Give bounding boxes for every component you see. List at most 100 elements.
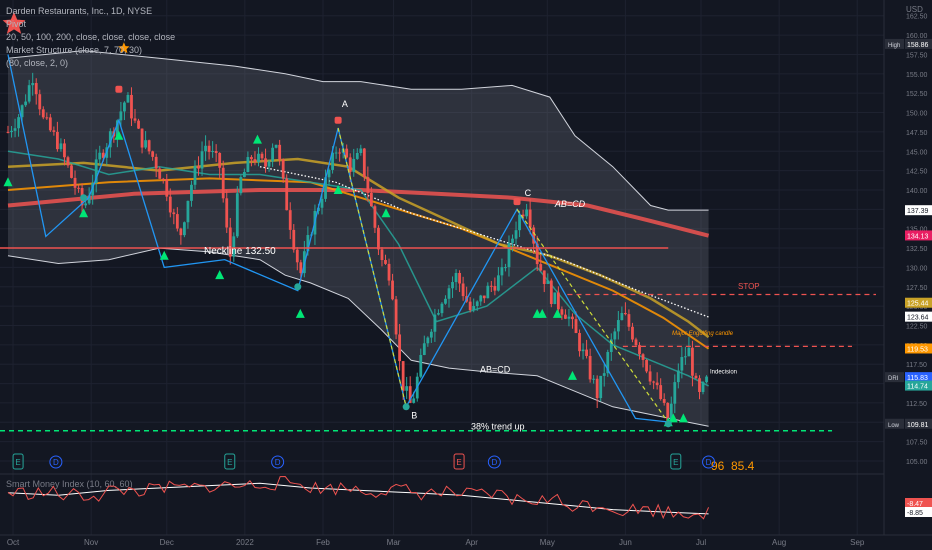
candle-body [581, 349, 585, 352]
candle-body [253, 159, 257, 163]
candle-body [624, 313, 627, 315]
point-b-label: B [411, 410, 417, 420]
candle-body [553, 292, 557, 305]
candle-body [655, 382, 659, 386]
candle-body [299, 262, 303, 274]
candle-body [620, 313, 624, 321]
price-label-value: 114.74 [907, 384, 928, 391]
candle-body [10, 130, 13, 133]
candle-body [211, 151, 215, 153]
pivot-high-marker [334, 116, 342, 124]
candle-body [126, 94, 130, 103]
price-label: 114.74 [905, 380, 932, 391]
price-tick-label: 157.50 [906, 52, 928, 59]
candle-body [691, 347, 694, 376]
candle-body [560, 309, 564, 315]
price-tick-label: 147.50 [906, 130, 928, 137]
candle-body [338, 152, 342, 154]
price-chart[interactable]: Neckline 132.50 A B C AB=CD AB=CD STOP Major En… [0, 0, 932, 550]
candle-body [59, 143, 63, 150]
candle-body [437, 313, 440, 315]
score-b-label: 85.4 [731, 459, 755, 473]
candle-body [662, 399, 666, 403]
candle-body [38, 94, 42, 110]
candle-body [479, 295, 483, 302]
time-axis-label: Oct [7, 538, 20, 547]
candle-body [394, 299, 398, 335]
candle-body [687, 347, 691, 357]
candle-body [578, 332, 581, 352]
pivot-high-marker [115, 85, 123, 93]
candle-body [433, 314, 437, 332]
event-marker-letter: D [275, 458, 281, 467]
candle-body [34, 83, 38, 95]
candle-body [271, 147, 274, 162]
candle-body [525, 209, 529, 217]
candle-body [518, 214, 521, 231]
candle-body [454, 272, 458, 283]
price-label-tag-text: High [888, 43, 900, 49]
candle-body [278, 144, 282, 160]
event-marker-letter: D [491, 458, 497, 467]
price-tick-label: 152.50 [906, 91, 928, 98]
candle-body [542, 270, 546, 284]
candle-body [348, 157, 352, 172]
candle-body [592, 378, 596, 380]
candle-body [295, 249, 299, 263]
price-tick-label: 127.50 [906, 285, 928, 292]
candle-body [175, 214, 179, 229]
smi-value-text: -8.47 [907, 501, 923, 508]
candle-body [257, 153, 260, 163]
candle-body [638, 345, 641, 355]
candle-body [468, 301, 472, 311]
candle-body [398, 334, 402, 362]
event-marker-letter: E [673, 458, 678, 467]
pivot-low-dot [294, 283, 302, 291]
candle-body [705, 376, 708, 383]
event-marker-letter: D [706, 458, 712, 467]
price-label-value: 134.13 [907, 233, 929, 240]
sub-indicator-title: Smart Money Index (10, 60, 60) [6, 479, 133, 489]
candle-body [172, 212, 176, 215]
candle-body [193, 166, 197, 185]
price-tick-label: 112.50 [906, 401, 927, 408]
abcd-label-2: AB=CD [480, 365, 511, 375]
candle-body [567, 316, 571, 319]
price-tick-label: 140.00 [906, 188, 928, 195]
candle-body [52, 130, 56, 132]
abcd-label-1: AB=CD [554, 199, 586, 209]
price-label-tag-text: Low [888, 423, 900, 429]
price-tick-label: 105.00 [906, 459, 928, 466]
candle-body [602, 373, 606, 376]
candle-body [288, 210, 292, 230]
price-label-value: 109.81 [907, 422, 929, 429]
price-tick-label: 162.50 [906, 14, 928, 21]
candle-body [359, 148, 363, 153]
candle-body [599, 375, 603, 399]
candle-body [574, 319, 578, 333]
candle-body [444, 298, 447, 304]
candle-body [55, 131, 59, 150]
candle-body [645, 359, 648, 372]
candle-body [345, 148, 349, 158]
price-tick-label: 150.00 [906, 111, 928, 118]
pivot-low-dot [80, 194, 88, 202]
candle-body [77, 187, 80, 189]
price-tick-label: 142.50 [906, 169, 928, 176]
candle-body [144, 140, 147, 148]
candle-body [366, 177, 370, 193]
candle-body [242, 172, 246, 178]
candle-body [17, 117, 20, 129]
price-label-value: 125.44 [907, 301, 929, 308]
time-axis-label: Apr [465, 538, 478, 547]
candle-body [200, 151, 204, 169]
candle-body [73, 177, 77, 188]
candle-body [676, 370, 680, 383]
time-axis-label: Sep [850, 538, 865, 547]
candle-body [281, 159, 285, 179]
candle-body [429, 331, 433, 338]
price-tick-label: 155.00 [906, 72, 928, 79]
neckline-label: Neckline 132.50 [204, 246, 276, 257]
time-axis-label: 2022 [236, 538, 254, 547]
candle-body [70, 165, 73, 178]
